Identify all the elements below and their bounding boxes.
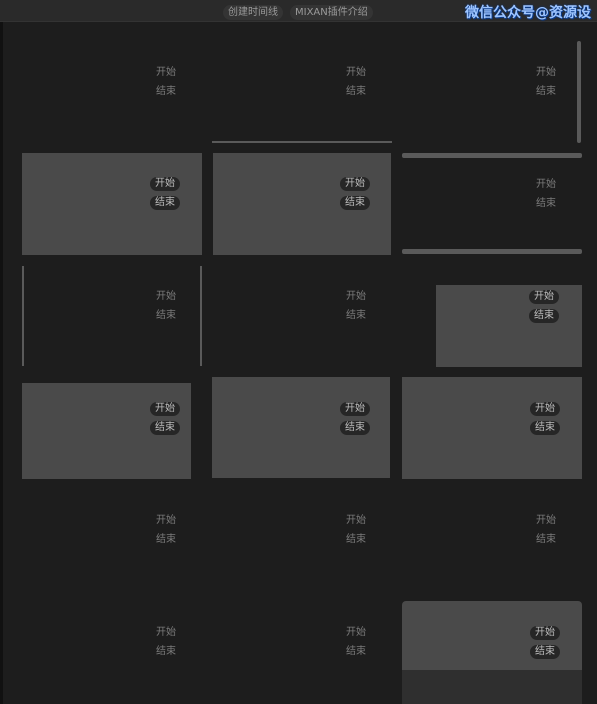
transition-bar-top (402, 153, 582, 158)
start-label[interactable]: 开始 (151, 290, 181, 304)
transition-card-16[interactable]: 开始 结束 (22, 601, 202, 704)
transition-edge-right (200, 266, 202, 366)
transition-fill (402, 670, 582, 704)
start-label[interactable]: 开始 (341, 290, 371, 304)
transition-card-18[interactable]: 开始 结束 (402, 601, 582, 704)
end-label[interactable]: 结束 (531, 197, 561, 211)
transition-card-17[interactable]: 开始 结束 (212, 601, 392, 704)
transition-card-4[interactable]: 开始 结束 (22, 153, 202, 255)
end-label[interactable]: 结束 (530, 645, 560, 659)
transition-card-12[interactable]: 开始 结束 (402, 377, 582, 479)
end-label[interactable]: 结束 (151, 533, 181, 547)
transition-card-13[interactable]: 开始 结束 (22, 489, 202, 591)
transition-card-7[interactable]: 开始 结束 (22, 265, 202, 367)
end-label[interactable]: 结束 (340, 196, 370, 210)
top-toolbar: 创建时间线 MIXAN插件介绍 微信公众号@资源设 (0, 0, 597, 22)
start-label[interactable]: 开始 (531, 66, 561, 80)
start-label[interactable]: 开始 (529, 290, 559, 304)
start-label[interactable]: 开始 (341, 514, 371, 528)
end-label[interactable]: 结束 (531, 85, 561, 99)
start-label[interactable]: 开始 (340, 402, 370, 416)
end-label[interactable]: 结束 (151, 645, 181, 659)
start-label[interactable]: 开始 (530, 402, 560, 416)
start-label[interactable]: 开始 (151, 626, 181, 640)
transition-card-15[interactable]: 开始 结束 (402, 489, 582, 591)
end-label[interactable]: 结束 (341, 309, 371, 323)
watermark-text: 微信公众号@资源设 (465, 5, 591, 21)
transition-card-14[interactable]: 开始 结束 (212, 489, 392, 591)
transition-card-2[interactable]: 开始 结束 (212, 40, 392, 144)
end-label[interactable]: 结束 (151, 309, 181, 323)
end-label[interactable]: 结束 (341, 85, 371, 99)
start-label[interactable]: 开始 (531, 514, 561, 528)
start-label[interactable]: 开始 (150, 177, 180, 191)
transition-card-10[interactable]: 开始 结束 (22, 383, 191, 479)
end-label[interactable]: 结束 (341, 645, 371, 659)
start-label[interactable]: 开始 (151, 514, 181, 528)
transition-card-5[interactable]: 开始 结束 (213, 153, 391, 255)
transition-card-6[interactable]: 开始 结束 (402, 153, 582, 255)
end-label[interactable]: 结束 (150, 421, 180, 435)
end-label[interactable]: 结束 (150, 196, 180, 210)
start-label[interactable]: 开始 (151, 66, 181, 80)
left-edge (0, 22, 3, 704)
transition-card-8[interactable]: 开始 结束 (212, 265, 392, 367)
transition-card-9[interactable]: 开始 结束 (436, 285, 582, 367)
end-label[interactable]: 结束 (340, 421, 370, 435)
start-label[interactable]: 开始 (340, 177, 370, 191)
start-label[interactable]: 开始 (531, 178, 561, 192)
transition-bar-bottom (402, 249, 582, 254)
end-label[interactable]: 结束 (151, 85, 181, 99)
end-label[interactable]: 结束 (529, 309, 559, 323)
transition-bar (577, 41, 581, 143)
end-label[interactable]: 结束 (531, 533, 561, 547)
start-label[interactable]: 开始 (341, 66, 371, 80)
start-label[interactable]: 开始 (530, 626, 560, 640)
create-timeline-button[interactable]: 创建时间线 (223, 5, 283, 20)
end-label[interactable]: 结束 (341, 533, 371, 547)
transition-card-11[interactable]: 开始 结束 (212, 377, 390, 478)
transition-card-1[interactable]: 开始 结束 (22, 40, 202, 144)
end-label[interactable]: 结束 (530, 421, 560, 435)
plugin-intro-button[interactable]: MIXAN插件介绍 (290, 5, 373, 20)
transition-line (212, 141, 392, 143)
start-label[interactable]: 开始 (341, 626, 371, 640)
start-label[interactable]: 开始 (150, 402, 180, 416)
transition-edge-left (22, 266, 24, 366)
transition-card-3[interactable]: 开始 结束 (402, 40, 582, 144)
